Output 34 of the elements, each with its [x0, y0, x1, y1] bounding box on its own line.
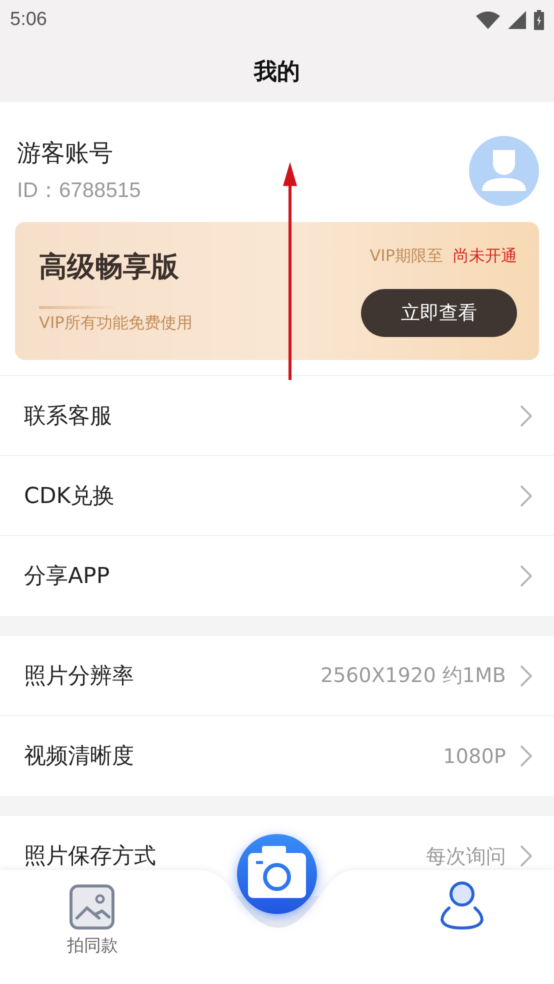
person-icon	[440, 880, 484, 930]
chevron-icon	[520, 565, 532, 587]
settings-row[interactable]: 分享APP	[0, 536, 554, 616]
vip-title: 高级畅享版	[39, 249, 180, 285]
row-label: 联系客服	[24, 402, 112, 430]
row-value: 2560X1920 约1MB	[320, 662, 506, 689]
wifi-icon	[476, 11, 500, 29]
expiry-status: 尚未开通	[453, 246, 517, 267]
account-name: 游客账号	[17, 138, 114, 169]
clock-time: 5:06	[10, 9, 47, 31]
chevron-icon	[520, 664, 532, 686]
row-value: 每次询问	[426, 842, 506, 870]
row-label: 视频清晰度	[24, 743, 134, 771]
chevron-icon	[520, 484, 532, 506]
row-label: 照片保存方式	[24, 843, 156, 871]
view-button[interactable]: 立即查看	[361, 289, 517, 337]
row-label: CDK兑换	[24, 482, 115, 510]
chevron-icon	[520, 404, 532, 426]
settings-row[interactable]: 照片分辨率 2560X1920 约1MB	[0, 636, 554, 716]
expiry-label: VIP期限至	[370, 246, 443, 267]
image-icon	[69, 884, 116, 930]
page-title: 我的	[254, 58, 300, 86]
row-value: 1080P	[443, 744, 506, 768]
vip-description: VIP所有功能免费使用	[39, 313, 192, 334]
chevron-icon	[520, 845, 532, 867]
settings-row[interactable]: CDK兑换	[0, 456, 554, 536]
row-label: 照片分辨率	[24, 662, 134, 690]
account-id: ID：6788515	[17, 178, 141, 204]
battery-icon	[534, 10, 544, 30]
settings-row[interactable]: 联系客服	[0, 376, 554, 456]
signal-icon	[508, 11, 526, 29]
row-label: 分享APP	[24, 563, 110, 591]
chevron-icon	[520, 745, 532, 767]
settings-row[interactable]: 视频清晰度 1080P	[0, 716, 554, 796]
